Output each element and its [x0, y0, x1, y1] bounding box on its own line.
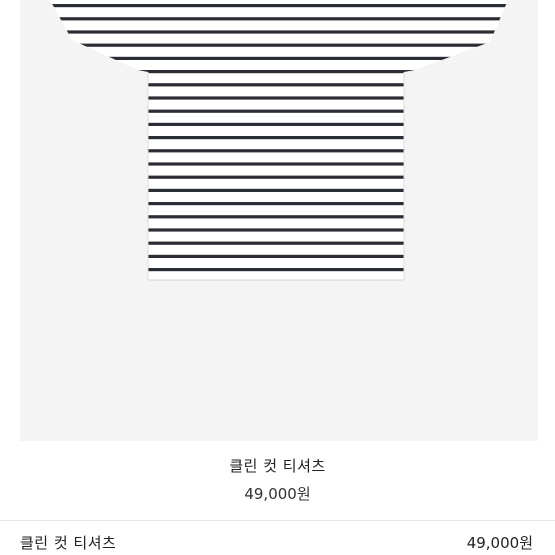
shirt-stripe [20, 281, 538, 284]
shirt-stripe [50, 56, 508, 60]
shirt-stripe [50, 43, 508, 47]
shirt-stripe [50, 241, 508, 245]
shirt-stripe [50, 188, 508, 192]
product-summary-row[interactable]: 클린 컷 티셔츠 49,000원 [0, 532, 555, 555]
shirt-stripe [50, 254, 508, 258]
shirt-stripe [50, 30, 508, 34]
shirt-stripe [50, 96, 508, 100]
shirt-stripe [50, 162, 508, 166]
summary-product-price: 49,000원 [466, 534, 533, 552]
summary-product-name: 클린 컷 티셔츠 [20, 534, 117, 552]
shirt-stripe [50, 4, 508, 8]
shirt-stripe [50, 215, 508, 219]
product-image[interactable] [20, 0, 538, 441]
product-price: 49,000원 [244, 485, 311, 503]
product-page: 클린 컷 티셔츠 49,000원 클린 컷 티셔츠 49,000원 [0, 0, 555, 555]
shirt-stripe [50, 83, 508, 87]
shirt-stripe [50, 268, 508, 272]
shirt-stripe [50, 136, 508, 140]
shirt-stripe [50, 109, 508, 113]
shirt-stripe [50, 228, 508, 232]
shirt-stripe [50, 149, 508, 153]
shirt-stripe [50, 122, 508, 126]
striped-tshirt-image [20, 0, 538, 284]
shirt-stripe [50, 202, 508, 206]
divider [0, 520, 555, 521]
product-title[interactable]: 클린 컷 티셔츠 [0, 455, 555, 476]
shirt-stripe [50, 70, 508, 74]
shirt-stripe [50, 175, 508, 179]
shirt-stripe [50, 17, 508, 21]
